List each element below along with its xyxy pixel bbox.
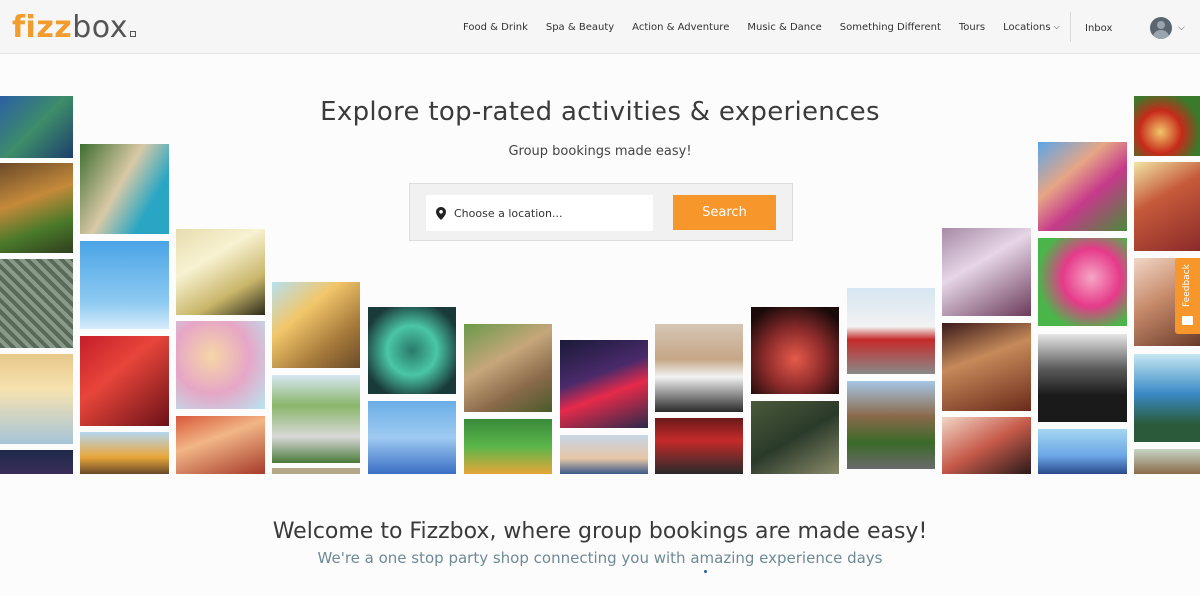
activity-photo [751, 307, 839, 394]
hero-subtitle: Group bookings made easy! [508, 144, 692, 159]
activity-photo [272, 375, 360, 463]
nav-spa-beauty[interactable]: Spa & Beauty [546, 22, 614, 33]
nav-label: Spa & Beauty [545, 21, 615, 33]
activity-photo [1038, 238, 1127, 326]
activity-photo [464, 419, 552, 474]
activity-photo [1038, 334, 1127, 422]
activity-photo [942, 323, 1031, 411]
activity-photo [847, 381, 935, 469]
logo-text-fizz: fizz [12, 10, 73, 45]
activity-photo [0, 354, 73, 444]
nav-locations-dropdown[interactable]: Locations ⌵ [1003, 22, 1060, 33]
activity-photo [272, 468, 360, 474]
welcome-title: Welcome to Fizzbox, where group bookings… [272, 519, 928, 544]
logo-text-box: box [72, 10, 128, 45]
activity-photo [176, 416, 265, 474]
activity-photo [1134, 449, 1200, 474]
feedback-tab[interactable]: Feedback [1175, 258, 1200, 334]
location-placeholder: Choose a location... [454, 206, 563, 220]
activity-photo [1134, 354, 1200, 442]
main-nav: Food & Drink Spa & Beauty Action & Adven… [463, 0, 1078, 54]
activity-photo [655, 418, 743, 474]
activity-photo [368, 401, 456, 474]
nav-divider [1070, 12, 1071, 42]
activity-photo [0, 450, 73, 474]
activity-photo [1134, 162, 1200, 251]
logo-square-icon [130, 31, 136, 37]
activity-photo [847, 288, 935, 374]
nav-action-adventure[interactable]: Action & Adventure [632, 22, 729, 33]
nav-something-different[interactable]: Something Different [840, 22, 941, 33]
nav-label: Food & Drink [463, 21, 528, 33]
activity-photo [560, 435, 648, 474]
chat-icon [1182, 316, 1193, 325]
nav-music-dance[interactable]: Music & Dance [747, 22, 821, 33]
hero-title: Explore top-rated activities & experienc… [320, 97, 880, 127]
nav-label: Locations [1003, 21, 1051, 33]
user-avatar[interactable] [1150, 17, 1172, 39]
activity-photo [176, 321, 265, 409]
hero-section: Explore top-rated activities & experienc… [0, 54, 1200, 474]
nav-label: Music & Dance [747, 21, 822, 33]
feedback-label: Feedback [1182, 264, 1192, 307]
carousel-dot[interactable] [704, 570, 707, 573]
activity-photo [942, 228, 1031, 316]
activity-photo [942, 417, 1031, 474]
nav-label: Action & Adventure [632, 21, 730, 33]
activity-photo [176, 229, 265, 315]
search-button[interactable]: Search [673, 195, 776, 230]
inbox-link[interactable]: Inbox [1085, 23, 1112, 34]
activity-photo [560, 340, 648, 428]
location-input[interactable]: Choose a location... [426, 195, 653, 231]
welcome-subtitle: We're a one stop party shop connecting y… [317, 549, 883, 567]
activity-photo [655, 324, 743, 412]
nav-food-drink[interactable]: Food & Drink [463, 22, 528, 33]
chevron-down-icon: ⌵ [1053, 22, 1060, 31]
nav-label: Tours [958, 21, 986, 33]
activity-photo [80, 241, 169, 329]
activity-photo [368, 307, 456, 394]
nav-tours[interactable]: Tours [959, 22, 985, 33]
activity-photo [80, 336, 169, 426]
top-navbar: fizzbox Food & Drink Spa & Beauty Action… [0, 0, 1200, 54]
activity-photo [272, 282, 360, 368]
activity-photo [751, 401, 839, 474]
activity-photo [464, 324, 552, 412]
activity-photo [0, 163, 73, 253]
chevron-down-icon[interactable]: ⌵ [1178, 23, 1185, 33]
activity-photo [80, 432, 169, 474]
search-panel: Choose a location... Search [409, 183, 793, 241]
activity-photo [1038, 429, 1127, 474]
activity-photo [0, 259, 73, 348]
map-pin-icon [436, 206, 446, 220]
nav-label: Something Different [839, 21, 941, 33]
fizzbox-logo[interactable]: fizzbox [12, 11, 136, 45]
